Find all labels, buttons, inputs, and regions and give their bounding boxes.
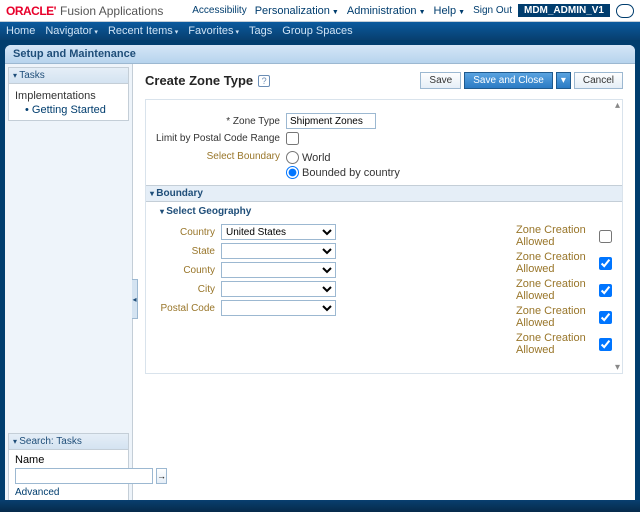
nav-recent[interactable]: Recent Items▾ [108, 25, 178, 37]
cancel-button[interactable]: Cancel [574, 72, 623, 89]
nav-navigator[interactable]: Navigator▾ [45, 25, 98, 37]
state-label: State [156, 246, 221, 257]
postal-select[interactable] [221, 300, 336, 316]
zca-postal-checkbox[interactable] [599, 338, 612, 351]
form-region: ▴ ▾ * Zone Type Limit by Postal Code Ran… [145, 99, 623, 374]
zca-label-1: Zone Creation Allowed [516, 224, 595, 248]
select-boundary-label: Select Boundary [156, 151, 286, 162]
oracle-logo: ORACLE' [6, 4, 56, 18]
chevron-down-icon: ▾ [175, 29, 179, 36]
administration-menu[interactable]: Administration▼ [347, 5, 426, 17]
search-tasks-header[interactable]: Search: Tasks [9, 434, 128, 450]
chevron-down-icon: ▾ [236, 29, 240, 36]
boundary-country-option[interactable]: Bounded by country [286, 166, 400, 179]
city-select[interactable] [221, 281, 336, 297]
save-and-close-split[interactable]: ▾ [556, 72, 571, 89]
save-and-close-button[interactable]: Save and Close [464, 72, 553, 89]
signout-link[interactable]: Sign Out [473, 5, 512, 16]
country-label: Country [156, 227, 221, 238]
zca-label-2: Zone Creation Allowed [516, 251, 595, 275]
postal-label: Postal Code [156, 303, 221, 314]
boundary-world-option[interactable]: World [286, 151, 400, 164]
nav-tags[interactable]: Tags [249, 25, 272, 37]
scroll-up-icon[interactable]: ▴ [615, 100, 620, 111]
workarea: Create Zone Type ? Save Save and Close▾ … [133, 64, 635, 506]
tree-node-implementations[interactable]: Implementations [15, 90, 122, 102]
zca-country-checkbox[interactable] [599, 230, 612, 243]
zone-type-label: * Zone Type [156, 116, 286, 127]
chevron-down-icon: ▼ [419, 9, 426, 16]
tasks-panel-header[interactable]: Tasks [9, 68, 128, 84]
select-geography-header[interactable]: Select Geography [160, 206, 612, 217]
navbar: Home Navigator▾ Recent Items▾ Favorites▾… [0, 22, 640, 40]
boundary-country-radio[interactable] [286, 166, 299, 179]
chevron-down-icon: ▾ [94, 29, 98, 36]
accessibility-link[interactable]: Accessibility [192, 5, 246, 16]
suite-name: Fusion Applications [60, 4, 163, 18]
chevron-down-icon: ▼ [458, 9, 465, 16]
search-name-label: Name [15, 454, 122, 466]
sidebar: Tasks Implementations Getting Started Se… [5, 64, 133, 506]
help-icon[interactable]: ? [258, 75, 270, 87]
limit-postal-checkbox[interactable] [286, 132, 299, 145]
tasks-panel: Tasks Implementations Getting Started [8, 67, 129, 121]
advanced-search-link[interactable]: Advanced [15, 487, 59, 498]
zca-county-checkbox[interactable] [599, 284, 612, 297]
limit-postal-label: Limit by Postal Code Range [156, 133, 286, 144]
zca-label-4: Zone Creation Allowed [516, 305, 595, 329]
boundary-section-header[interactable]: Boundary [146, 185, 622, 202]
county-label: County [156, 265, 221, 276]
chevron-down-icon: ▼ [332, 9, 339, 16]
nav-favorites[interactable]: Favorites▾ [188, 25, 239, 37]
state-select[interactable] [221, 243, 336, 259]
scroll-down-icon[interactable]: ▾ [615, 362, 620, 373]
tree-leaf-getting-started[interactable]: Getting Started [25, 104, 122, 116]
app-title: Setup and Maintenance [5, 45, 635, 64]
footer-bar [0, 500, 640, 512]
save-button[interactable]: Save [420, 72, 461, 89]
search-tasks-panel: Search: Tasks Name → Advanced [8, 433, 129, 503]
user-badge: MDM_ADMIN_V1 [518, 4, 610, 17]
help-menu[interactable]: Help▼ [434, 5, 466, 17]
nav-groupspaces[interactable]: Group Spaces [282, 25, 352, 37]
county-select[interactable] [221, 262, 336, 278]
personalization-menu[interactable]: Personalization▼ [255, 5, 339, 17]
nav-home[interactable]: Home [6, 25, 35, 37]
zca-label-3: Zone Creation Allowed [516, 278, 595, 302]
boundary-world-radio[interactable] [286, 151, 299, 164]
zca-city-checkbox[interactable] [599, 311, 612, 324]
country-select[interactable]: United States [221, 224, 336, 240]
zca-label-5: Zone Creation Allowed [516, 332, 595, 356]
city-label: City [156, 284, 221, 295]
globe-icon[interactable] [616, 4, 634, 18]
zca-state-checkbox[interactable] [599, 257, 612, 270]
page-title: Create Zone Type [145, 73, 253, 88]
global-header: ORACLE' Fusion Applications Accessibilit… [0, 0, 640, 22]
zone-type-input[interactable] [286, 113, 376, 129]
